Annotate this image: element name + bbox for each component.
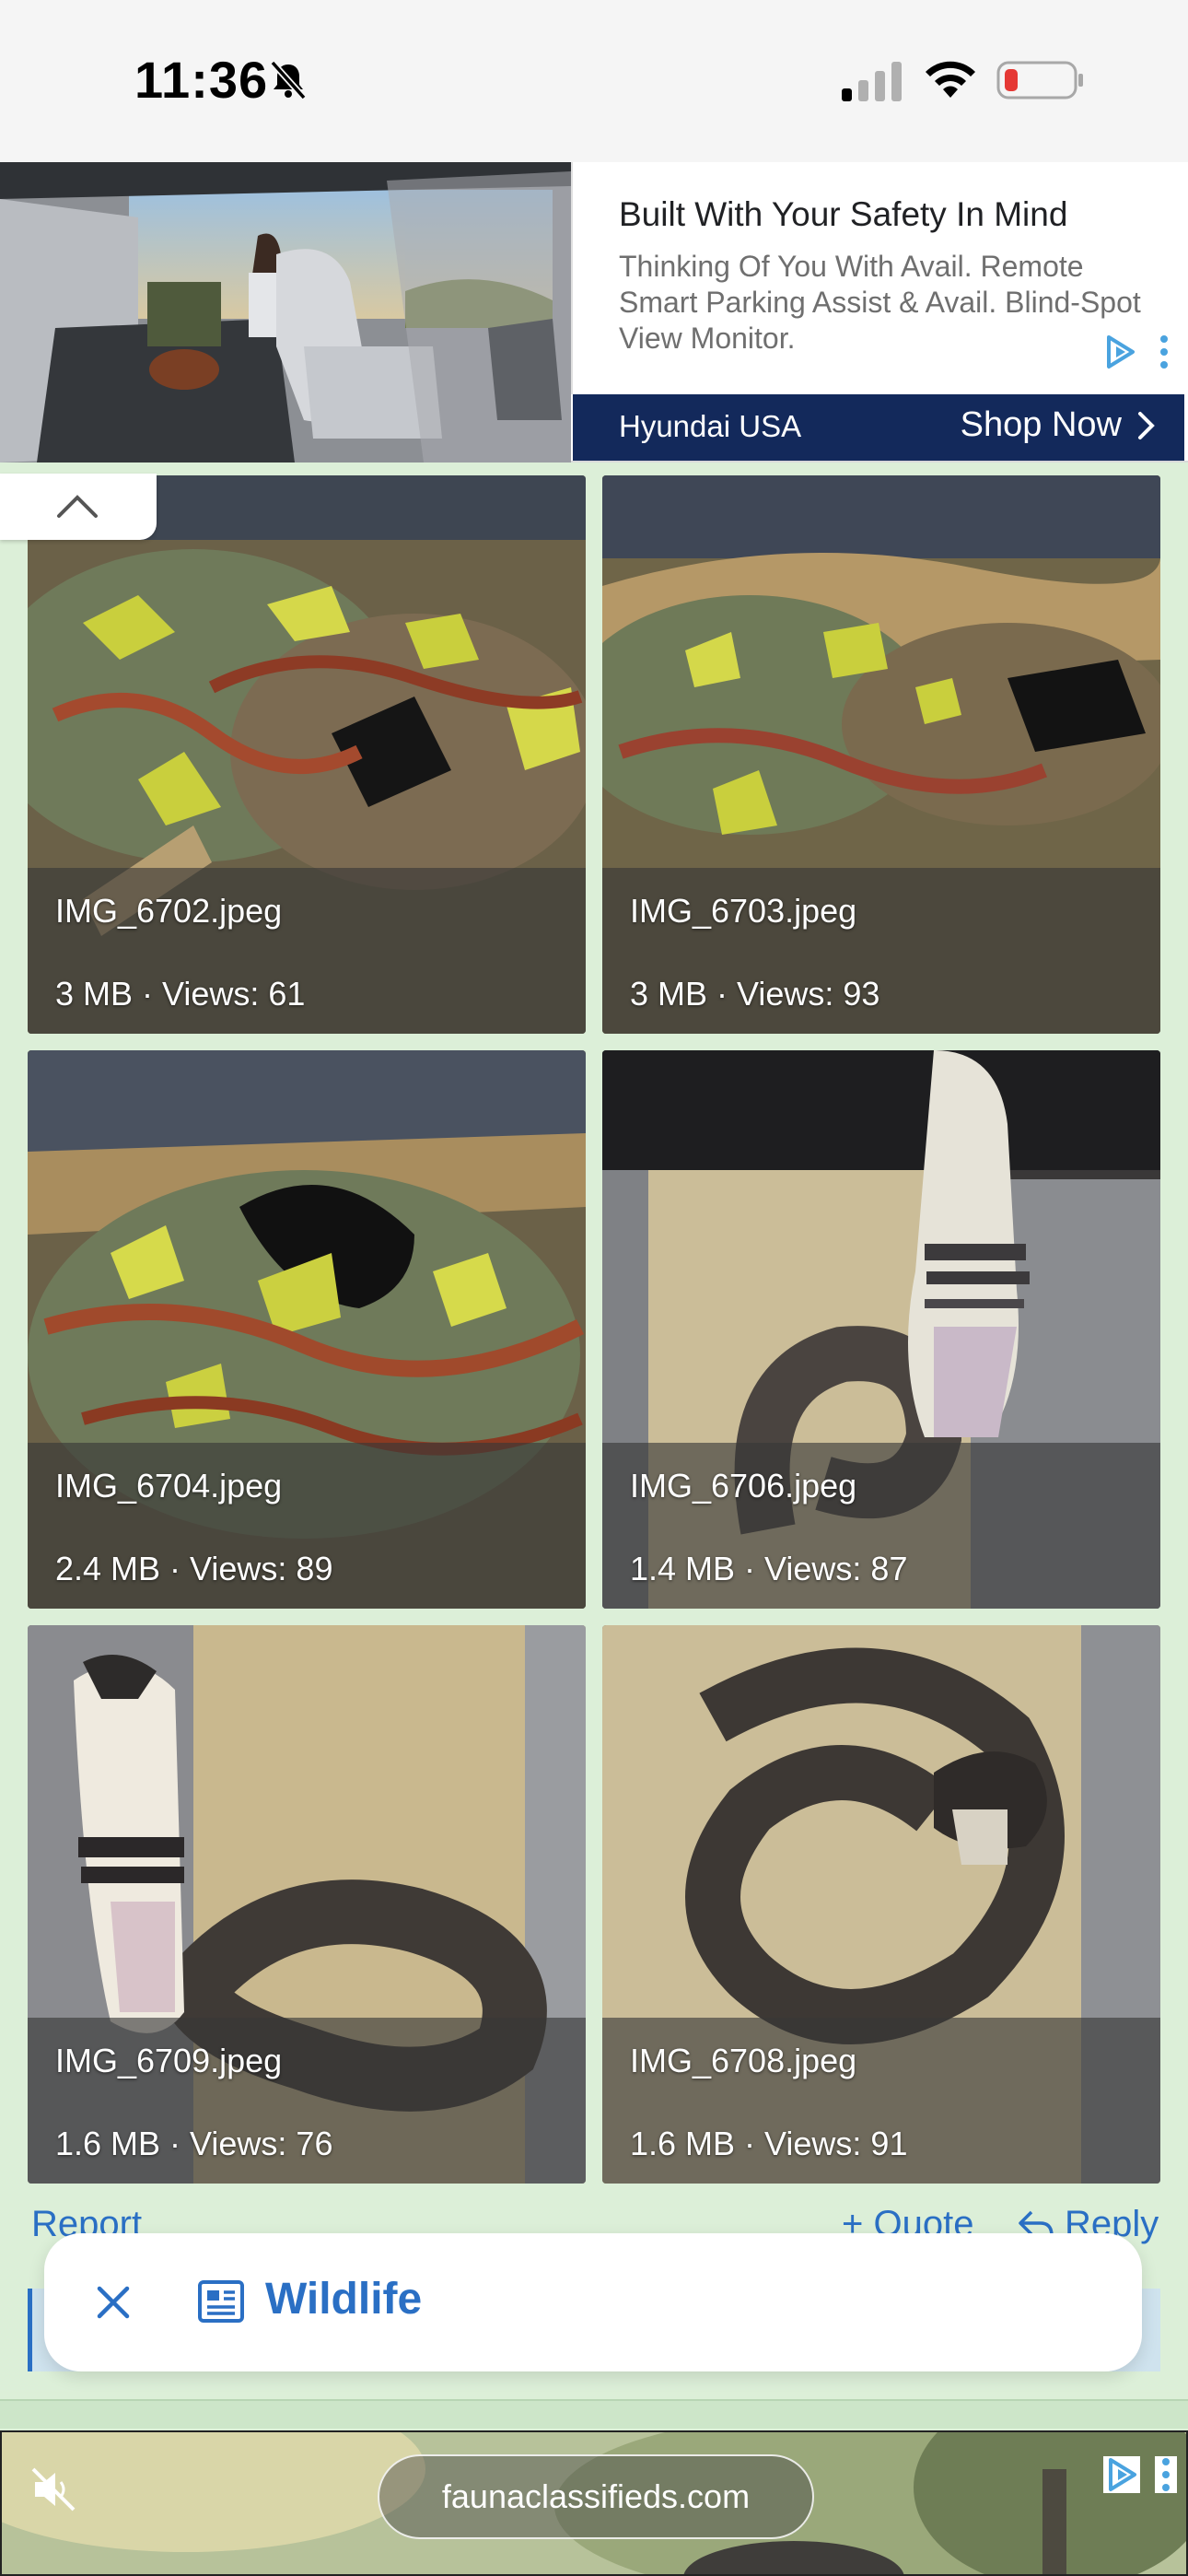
attachment-card[interactable]: IMG_6709.jpeg 1.6 MB · Views: 76 xyxy=(28,1625,586,2184)
cellular-signal-icon xyxy=(842,62,902,101)
ad-image[interactable] xyxy=(0,162,571,463)
attachment-filename[interactable]: IMG_6709.jpeg xyxy=(55,2042,282,2080)
ad-menu-icon[interactable] xyxy=(1153,334,1175,370)
status-time: 11:36 xyxy=(134,51,269,109)
newspaper-icon xyxy=(198,2280,244,2323)
attachment-meta: 1.4 MB · Views: 87 xyxy=(630,1550,908,1587)
tag-label[interactable]: Wildlife xyxy=(265,2274,422,2324)
screen: 11:36 Built With Your Safety In Mind Thi… xyxy=(0,0,1188,2576)
chevron-right-icon xyxy=(1138,411,1155,439)
ad-video-bottom[interactable]: faunaclassifieds.com xyxy=(0,2430,1188,2576)
ad-cta-bar[interactable]: Hyundai USA Shop Now xyxy=(573,394,1184,461)
shop-now-button[interactable]: Shop Now xyxy=(961,405,1157,445)
attachment-card[interactable]: IMG_6708.jpeg 1.6 MB · Views: 91 xyxy=(602,1625,1160,2184)
attachment-caption: IMG_6703.jpeg 3 MB · Views: 93 xyxy=(602,868,1160,1034)
attachment-card[interactable]: IMG_6706.jpeg 1.4 MB · Views: 87 xyxy=(602,1050,1160,1609)
wifi-icon xyxy=(926,61,975,98)
attachment-gallery: IMG_6702.jpeg 3 MB · Views: 61 IMG_6703.… xyxy=(28,475,1160,2184)
attachment-filename[interactable]: IMG_6703.jpeg xyxy=(630,892,856,931)
attachment-filename[interactable]: IMG_6706.jpeg xyxy=(630,1467,856,1505)
status-bar: 11:36 xyxy=(0,0,1188,162)
ad-description: Thinking Of You With Avail. Remote Smart… xyxy=(619,250,1141,355)
attachment-meta: 3 MB · Views: 93 xyxy=(630,975,880,1013)
ad-choices-icon[interactable] xyxy=(1101,334,1138,370)
tag-pill[interactable]: Wildlife xyxy=(44,2233,1142,2371)
ad-banner-top[interactable]: Built With Your Safety In Mind Thinking … xyxy=(0,162,1188,463)
chevron-up-icon xyxy=(57,495,98,518)
ad-headline[interactable]: Built With Your Safety In Mind xyxy=(619,195,1067,234)
attachment-card[interactable]: IMG_6702.jpeg 3 MB · Views: 61 xyxy=(28,475,586,1034)
attachment-meta: 1.6 MB · Views: 91 xyxy=(630,2125,908,2162)
bell-slash-icon xyxy=(270,60,307,100)
collapse-ad-button[interactable] xyxy=(0,474,157,540)
attachment-meta: 3 MB · Views: 61 xyxy=(55,975,306,1013)
ad-text-panel[interactable]: Built With Your Safety In Mind Thinking … xyxy=(571,162,1188,394)
battery-low-icon xyxy=(996,61,1083,100)
ad-advertiser: Hyundai USA xyxy=(619,409,802,443)
ad-url-button[interactable]: faunaclassifieds.com xyxy=(378,2454,814,2539)
divider xyxy=(0,2399,1188,2429)
attachment-meta: 2.4 MB · Views: 89 xyxy=(55,1550,333,1587)
close-icon[interactable] xyxy=(90,2279,136,2325)
attachment-filename[interactable]: IMG_6704.jpeg xyxy=(55,1467,282,1505)
attachment-caption: IMG_6708.jpeg 1.6 MB · Views: 91 xyxy=(602,2018,1160,2184)
shop-now-label: Shop Now xyxy=(960,405,1122,444)
ad-choices-icon[interactable] xyxy=(1103,2456,1140,2493)
attachment-meta: 1.6 MB · Views: 76 xyxy=(55,2125,333,2162)
attachment-filename[interactable]: IMG_6708.jpeg xyxy=(630,2042,856,2080)
attachment-caption: IMG_6709.jpeg 1.6 MB · Views: 76 xyxy=(28,2018,586,2184)
attachment-card[interactable]: IMG_6703.jpeg 3 MB · Views: 93 xyxy=(602,475,1160,1034)
attachment-card[interactable]: IMG_6704.jpeg 2.4 MB · Views: 89 xyxy=(28,1050,586,1609)
attachment-caption: IMG_6704.jpeg 2.4 MB · Views: 89 xyxy=(28,1443,586,1609)
attachment-filename[interactable]: IMG_6702.jpeg xyxy=(55,892,282,931)
mute-icon[interactable] xyxy=(29,2465,77,2513)
ad-menu-icon[interactable] xyxy=(1155,2456,1177,2493)
attachment-caption: IMG_6706.jpeg 1.4 MB · Views: 87 xyxy=(602,1443,1160,1609)
attachment-caption: IMG_6702.jpeg 3 MB · Views: 61 xyxy=(28,868,586,1034)
